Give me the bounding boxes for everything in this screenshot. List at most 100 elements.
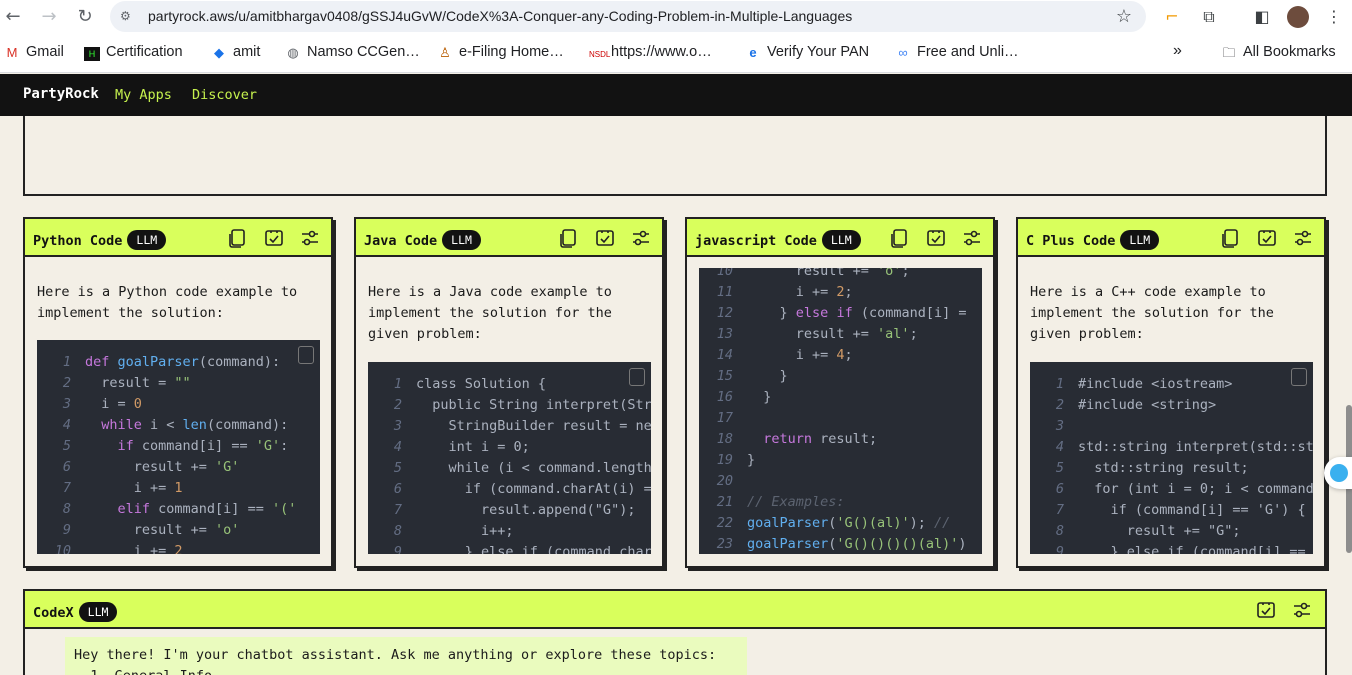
line-number: 8: [1055, 523, 1064, 539]
extensions-puzzle-icon[interactable]: ⧉: [1197, 5, 1221, 29]
address-bar[interactable]: ⚙ partyrock.aws/u/amitbhargav0408/gSSJ4u…: [110, 1, 1146, 32]
code-line: 9 } else if (command.char: [368, 542, 651, 554]
extension-icon[interactable]: ⌐: [1160, 5, 1184, 29]
code-text: i += 4;: [747, 347, 853, 363]
line-number: 2: [62, 375, 71, 391]
settings-sliders-icon[interactable]: [1292, 600, 1312, 620]
bookmark-label: Namso CCGen…: [307, 44, 420, 60]
line-number: 18: [716, 431, 733, 447]
code-text: result += 'al';: [747, 326, 918, 342]
line-number: 8: [393, 523, 402, 539]
line-number: 6: [62, 459, 71, 475]
app-header: PartyRock My Apps Discover: [0, 74, 1352, 116]
line-number: 23: [716, 536, 733, 552]
settings-sliders-icon[interactable]: [1293, 228, 1313, 248]
code-text: }: [747, 452, 756, 468]
site-info-icon[interactable]: ⚙: [120, 9, 136, 23]
bookmark-namso[interactable]: ◍ Namso CCGen…: [285, 44, 420, 60]
nav-my-apps[interactable]: My Apps: [115, 87, 172, 103]
widget-title: javascript Code LLM: [695, 230, 861, 250]
refresh-prompt-icon[interactable]: [1256, 600, 1276, 620]
code-line: 6 if (command.charAt(i) ==: [368, 479, 651, 500]
copy-icon[interactable]: [228, 228, 248, 248]
bookmark-free[interactable]: ∞ Free and Unli…: [895, 44, 1019, 60]
line-number: 13: [716, 326, 733, 342]
url-text[interactable]: partyrock.aws/u/amitbhargav0408/gSSJ4uGv…: [148, 8, 852, 24]
folder-icon: 🗀: [1222, 45, 1236, 60]
nav-discover[interactable]: Discover: [192, 87, 257, 103]
line-number: 6: [393, 481, 402, 497]
widget-title: Java Code LLM: [364, 230, 481, 250]
code-text: #include <iostream>: [1078, 376, 1233, 392]
widget-intro-text: Here is a Java code example to implement…: [368, 284, 612, 342]
refresh-prompt-icon[interactable]: [926, 228, 946, 248]
line-number: 7: [1055, 502, 1064, 518]
code-line: 2 #include <string>: [1030, 395, 1313, 416]
forward-icon[interactable]: →: [36, 4, 62, 30]
code-line: 2 public String interpret(Str: [368, 395, 651, 416]
bookmark-certification[interactable]: H Certification: [84, 44, 183, 61]
all-bookmarks[interactable]: 🗀 All Bookmarks: [1221, 44, 1335, 60]
assistant-float-button[interactable]: [1324, 457, 1352, 489]
code-line: 23 goalParser('G()()()()(al)'): [699, 534, 982, 554]
code-line: 6 result += 'G': [37, 457, 320, 478]
code-text: while i < len(command):: [101, 417, 289, 433]
code-text: goalParser('G()()()()(al)'): [747, 536, 967, 552]
copy-icon[interactable]: [559, 228, 579, 248]
bookmark-gmail[interactable]: M Gmail: [4, 44, 64, 60]
previous-widget-panel: [23, 116, 1327, 196]
bookmarks-overflow[interactable]: »: [1173, 42, 1182, 60]
bookmark-efiling[interactable]: ♙ e-Filing Home…: [437, 44, 564, 60]
code-text: if (command.charAt(i) ==: [416, 481, 651, 497]
reload-icon[interactable]: ↻: [72, 4, 98, 30]
bookmark-label: amit: [233, 44, 261, 60]
code-copy-icon[interactable]: [298, 346, 314, 364]
line-number: 19: [716, 452, 733, 468]
code-text: i++;: [416, 523, 514, 539]
code-copy-icon[interactable]: [629, 368, 645, 386]
refresh-prompt-icon[interactable]: [264, 228, 284, 248]
line-number: 11: [716, 284, 733, 300]
code-text: result += 'G': [85, 459, 240, 475]
code-block: 1 def goalParser(command): 2 result = "" 3 …: [37, 340, 320, 554]
bookmark-https[interactable]: NSDLhttps://www.o…: [589, 44, 712, 64]
menu-kebab-icon[interactable]: ⋮: [1322, 5, 1346, 29]
bookmark-star-icon[interactable]: ☆: [1116, 6, 1132, 27]
code-line: 22 goalParser('G()(al)'); //: [699, 513, 982, 534]
widget-header: javascript Code LLM: [687, 219, 993, 257]
settings-sliders-icon[interactable]: [631, 228, 651, 248]
profile-avatar[interactable]: [1287, 6, 1309, 28]
copy-icon[interactable]: [890, 228, 910, 248]
python-code-widget: Python Code LLM Here is a Python code exa…: [23, 217, 333, 568]
chat-message: Hey there! I'm your chatbot assistant. A…: [65, 637, 747, 675]
settings-sliders-icon[interactable]: [962, 228, 982, 248]
side-panel-icon[interactable]: ◧: [1250, 5, 1274, 29]
line-number: 4: [393, 439, 402, 455]
globe-icon: ◍: [287, 45, 299, 60]
widget-title: C Plus Code LLM: [1026, 230, 1160, 250]
bookmark-label: Verify Your PAN: [767, 44, 870, 60]
back-icon[interactable]: ←: [0, 4, 26, 30]
bookmark-label: e-Filing Home…: [459, 44, 564, 60]
refresh-prompt-icon[interactable]: [1257, 228, 1277, 248]
line-number: 20: [716, 473, 733, 489]
settings-sliders-icon[interactable]: [300, 228, 320, 248]
bookmark-verify-pan[interactable]: e Verify Your PAN: [745, 44, 869, 60]
code-text: i = 0: [85, 396, 142, 412]
nsdl-icon: NSDL: [589, 50, 611, 59]
copy-icon[interactable]: [1221, 228, 1241, 248]
refresh-prompt-icon[interactable]: [595, 228, 615, 248]
code-copy-icon[interactable]: [1291, 368, 1307, 386]
line-number: 5: [393, 460, 402, 476]
widget-title-text: Python Code: [33, 233, 123, 249]
bookmark-label: Free and Unli…: [917, 44, 1019, 60]
code-line: 10 result += 'o';: [699, 268, 982, 282]
code-line: 9 } else if (command[i] ==: [1030, 542, 1313, 554]
brand-logo[interactable]: PartyRock: [23, 86, 99, 102]
bookmark-label: Gmail: [26, 44, 64, 60]
line-number: 2: [393, 397, 402, 413]
code-line: 7 result.append("G");: [368, 500, 651, 521]
code-line: 16 }: [699, 387, 982, 408]
bookmark-amit[interactable]: ◆ amit: [211, 44, 260, 60]
code-line: 11 i += 2;: [699, 282, 982, 303]
